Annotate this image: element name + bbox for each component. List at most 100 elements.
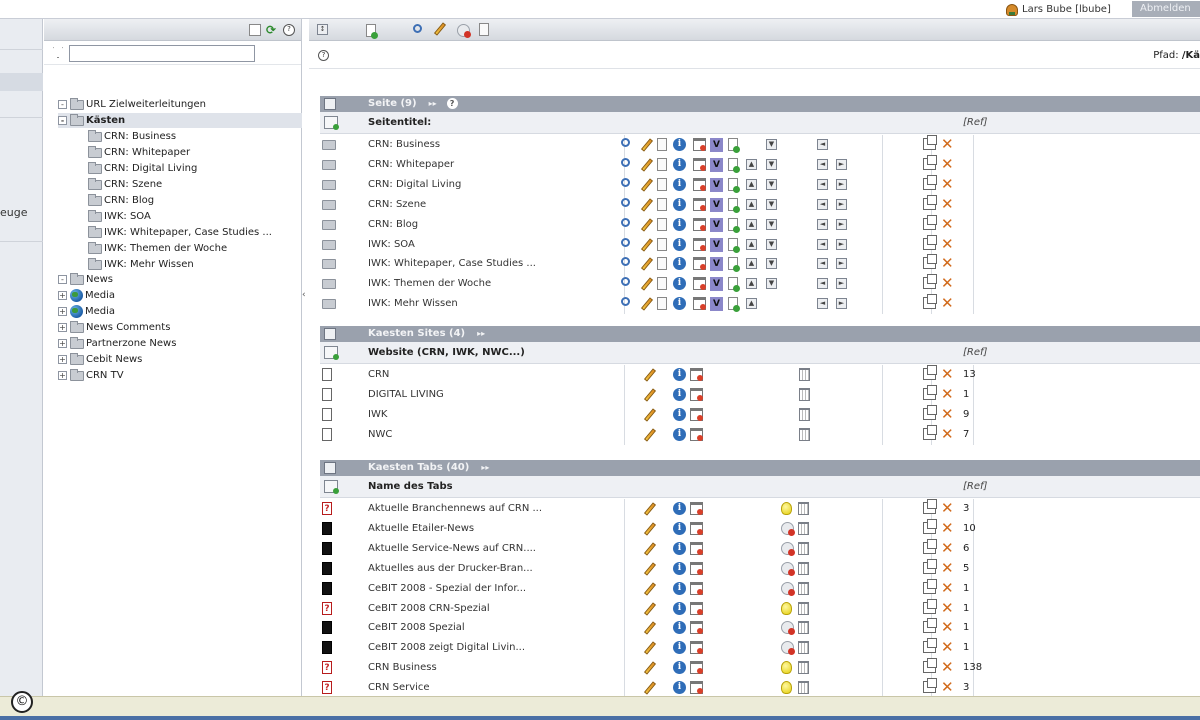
info-icon[interactable]: i (673, 388, 686, 401)
bulb-on-icon[interactable] (781, 601, 792, 615)
info-icon[interactable]: i (673, 277, 686, 291)
rail-item-selected[interactable] (0, 73, 43, 91)
trash-icon[interactable] (799, 368, 810, 381)
table-row[interactable]: CRN: Digital Living i V ▲ ▼ ◄ ► ✕ (320, 174, 1200, 195)
move-up-icon[interactable]: ▲ (746, 178, 757, 190)
edit-icon[interactable] (640, 198, 654, 212)
delete-icon[interactable]: ✕ (941, 256, 954, 271)
move-down-icon[interactable]: ▼ (766, 238, 777, 250)
delete-icon[interactable]: ✕ (941, 196, 954, 211)
expand-toggle-icon[interactable]: + (58, 371, 67, 380)
move-down-icon[interactable]: ▼ (766, 218, 777, 230)
info-icon[interactable]: i (673, 581, 686, 595)
move-up-icon[interactable]: ▲ (746, 158, 757, 170)
bulb-on-icon[interactable] (781, 681, 792, 695)
calendar-icon[interactable] (693, 217, 706, 231)
delete-icon[interactable]: ✕ (941, 176, 954, 191)
edit-icon[interactable] (643, 408, 657, 422)
tree-node[interactable]: - URL Zielweiterleitungen (58, 97, 206, 112)
expand-toggle-icon[interactable]: + (58, 291, 67, 300)
copy-icon[interactable] (923, 578, 937, 594)
copy-icon[interactable] (923, 499, 937, 514)
table-row[interactable]: CeBIT 2008 zeigt Digital Livin... i ✕ 1 (320, 638, 1200, 658)
move-right-icon[interactable]: ► (836, 178, 847, 190)
copy-icon[interactable] (923, 618, 937, 634)
expand-arrow-icon[interactable]: ▸▸ (477, 326, 485, 342)
move-up-icon[interactable]: ▲ (746, 298, 757, 310)
move-down-icon[interactable]: ▼ (766, 139, 777, 150)
expand-toggle-icon[interactable]: - (58, 100, 67, 109)
table-row[interactable]: CRN: Whitepaper i V ▲ ▼ ◄ ► ✕ (320, 154, 1200, 175)
calendar-icon[interactable] (693, 197, 706, 211)
info-icon[interactable]: i (673, 177, 686, 191)
section-toggle-icon[interactable] (324, 462, 336, 474)
row-title[interactable]: CeBIT 2008 - Spezial der Infor... (368, 583, 526, 594)
table-row[interactable]: IWK i ✕ 9 (320, 405, 1200, 425)
search-icon[interactable] (621, 217, 630, 227)
table-row[interactable]: Aktuelles aus der Drucker-Bran... i ✕ 5 (320, 558, 1200, 579)
tree-node[interactable]: + CRN TV (58, 368, 124, 383)
trash-icon[interactable] (798, 502, 809, 515)
help-icon[interactable]: ? (446, 98, 458, 109)
tree-node[interactable]: + Media (58, 304, 115, 319)
edit-icon[interactable] (433, 22, 447, 36)
move-down-icon[interactable]: ▼ (766, 198, 777, 210)
delete-icon[interactable]: ✕ (941, 236, 954, 251)
delete-icon[interactable]: ✕ (941, 137, 954, 152)
delete-icon[interactable] (457, 24, 471, 38)
copy-icon[interactable] (923, 254, 937, 270)
move-right-icon[interactable]: ► (836, 198, 847, 210)
search-icon[interactable] (621, 237, 630, 247)
move-up-icon[interactable]: ▲ (746, 218, 757, 230)
row-title[interactable]: CeBIT 2008 zeigt Digital Livin... (368, 642, 525, 653)
delete-icon[interactable]: ✕ (941, 296, 954, 311)
trash-icon[interactable] (799, 408, 810, 421)
delete-icon[interactable]: ✕ (941, 600, 954, 615)
version-icon[interactable]: V (710, 237, 723, 252)
info-icon[interactable]: i (673, 428, 686, 441)
offline-icon[interactable] (781, 581, 795, 596)
row-title[interactable]: IWK: SOA (368, 239, 415, 250)
move-right-icon[interactable]: ► (836, 298, 847, 310)
row-title[interactable]: NWC (368, 429, 392, 440)
move-right-icon[interactable]: ► (836, 278, 847, 290)
row-title[interactable]: IWK: Mehr Wissen (368, 298, 458, 309)
table-row[interactable]: IWK: Mehr Wissen i V ▲ ◄ ► ✕ (320, 294, 1200, 314)
move-left-icon[interactable]: ◄ (817, 278, 828, 290)
copy-icon[interactable] (923, 518, 937, 534)
row-title[interactable]: CRN: Szene (368, 199, 426, 210)
help-icon[interactable]: ? (318, 50, 329, 61)
calendar-icon[interactable] (693, 157, 706, 171)
new-page-icon[interactable] (249, 24, 261, 36)
table-row[interactable]: CRN i ✕ 13 (320, 365, 1200, 385)
refresh-icon[interactable]: ⟳ (266, 24, 278, 36)
new-entry-icon[interactable] (366, 24, 378, 39)
move-left-icon[interactable]: ◄ (817, 218, 828, 230)
row-title[interactable]: CRN: Digital Living (368, 179, 461, 190)
row-title[interactable]: CeBIT 2008 Spezial (368, 622, 465, 633)
copy-icon[interactable] (923, 405, 937, 420)
trash-icon[interactable] (798, 681, 809, 695)
section-toggle-icon[interactable] (324, 98, 336, 110)
move-left-icon[interactable]: ◄ (817, 139, 828, 150)
edit-icon[interactable] (640, 217, 654, 232)
tree-node[interactable]: + Media (58, 288, 115, 303)
offline-icon[interactable] (781, 641, 795, 656)
add-child-icon[interactable] (728, 217, 740, 233)
version-icon[interactable]: V (710, 277, 723, 292)
calendar-icon[interactable] (693, 177, 706, 191)
tree-node[interactable]: CRN: Business (88, 129, 176, 144)
panel-splitter[interactable]: ‹ (302, 290, 306, 300)
edit-icon[interactable] (640, 277, 654, 291)
delete-icon[interactable]: ✕ (941, 387, 954, 402)
table-row[interactable]: IWK: Whitepaper, Case Studies ... i V ▲ ▼ ◄ ► ✕ (320, 254, 1200, 274)
tree-node[interactable]: IWK: Mehr Wissen (88, 257, 194, 272)
expand-toggle-icon[interactable]: - (58, 275, 67, 284)
row-title[interactable]: CRN (368, 369, 389, 380)
info-icon[interactable]: i (673, 408, 686, 421)
version-icon[interactable]: V (710, 257, 723, 272)
row-title[interactable]: DIGITAL LIVING (368, 389, 444, 400)
edit-icon[interactable] (643, 428, 657, 442)
edit-icon[interactable] (643, 661, 657, 675)
delete-icon[interactable]: ✕ (941, 276, 954, 291)
